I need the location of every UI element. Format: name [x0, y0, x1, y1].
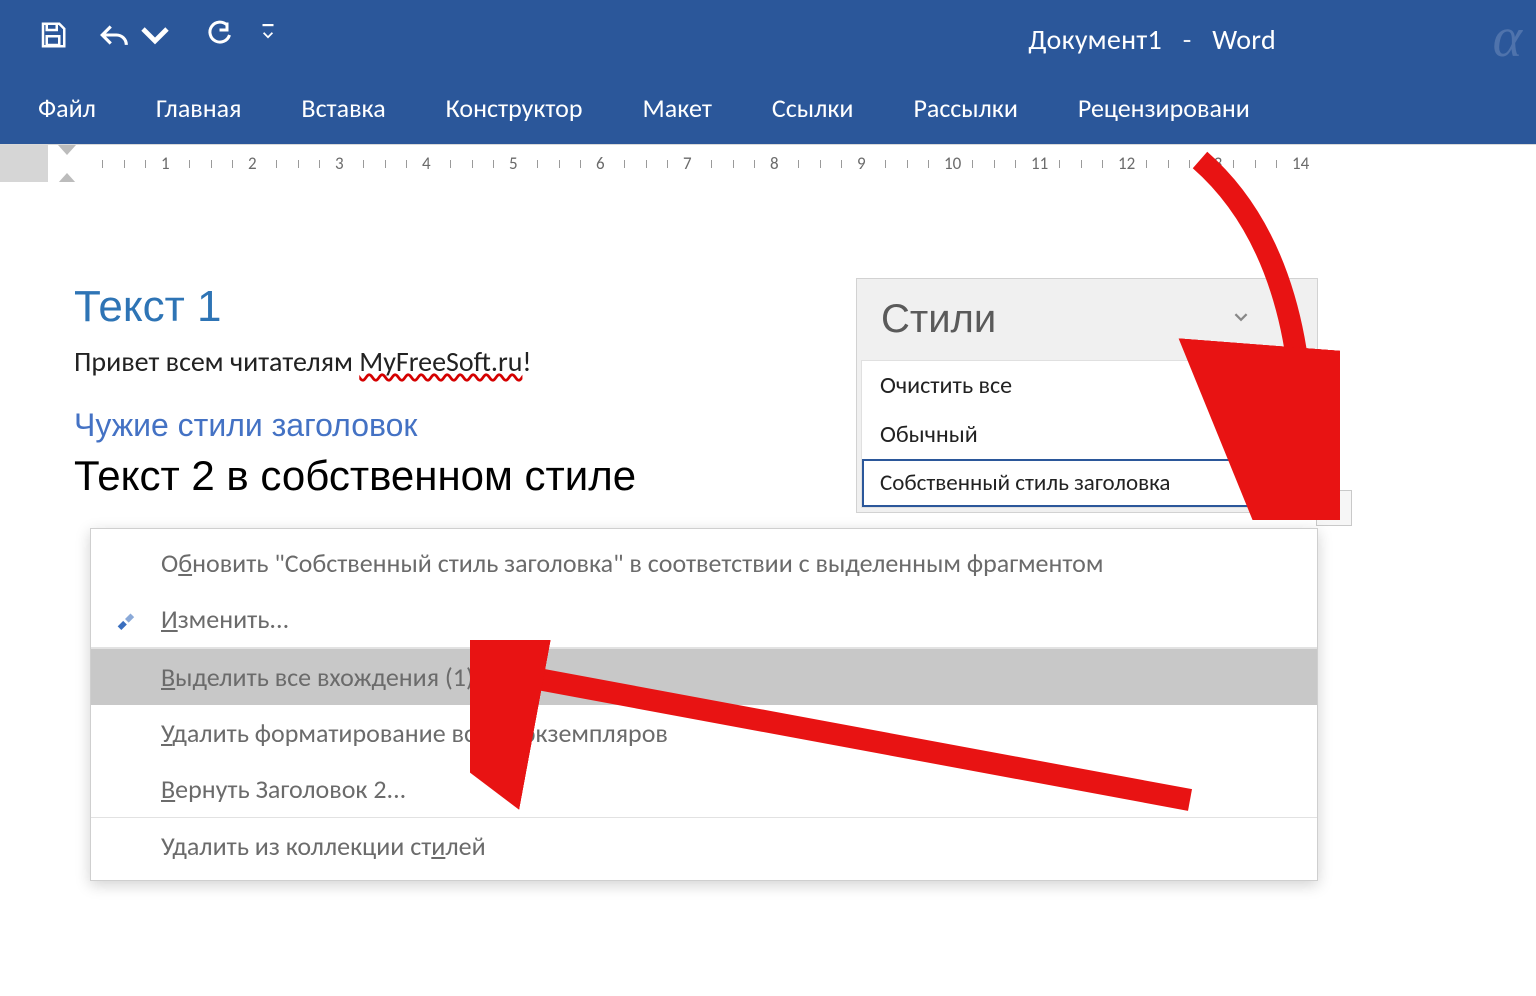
- style-item-1[interactable]: Обычный ¶: [862, 410, 1312, 459]
- qat-customize-icon[interactable]: [262, 24, 274, 46]
- save-icon[interactable]: [38, 20, 68, 50]
- window-title: Документ1 - Word: [1028, 22, 1276, 57]
- pane-close-icon[interactable]: ×: [1282, 306, 1293, 333]
- style-item-label: Собственный стиль заголовка: [880, 469, 1170, 497]
- context-menu-item-3[interactable]: Удалить форматирование всех 1 экземпляро…: [91, 705, 1317, 761]
- format-brush-icon: [109, 608, 141, 630]
- spellcheck-word[interactable]: MyFreeSoft.ru: [359, 344, 522, 379]
- app-name: Word: [1212, 22, 1276, 57]
- ruler-number: 2: [248, 153, 257, 174]
- doc-paragraph-1[interactable]: Привет всем читателям MyFreeSoft.ru!: [74, 344, 636, 379]
- context-menu-label: Обновить "Собственный стиль заголовка" в…: [161, 547, 1103, 579]
- ruler-number: 3: [335, 153, 344, 174]
- style-item-label: Очистить все: [880, 371, 1012, 400]
- context-menu-item-5[interactable]: Удалить из коллекции стилей: [91, 818, 1317, 874]
- ruler-number: 1: [161, 153, 170, 174]
- ribbon-tab-3[interactable]: Конструктор: [446, 92, 583, 124]
- ribbon-tab-0[interactable]: Файл: [38, 92, 96, 124]
- style-item-0[interactable]: Очистить все: [862, 361, 1312, 410]
- quick-access-toolbar: [38, 20, 274, 50]
- title-bar: Документ1 - Word α: [0, 0, 1536, 72]
- context-menu-label: Изменить...: [161, 603, 289, 635]
- style-context-menu: Обновить "Собственный стиль заголовка" в…: [90, 528, 1318, 881]
- ruler-number: 13: [1205, 153, 1222, 174]
- context-menu-item-1[interactable]: Изменить...: [91, 591, 1317, 648]
- horizontal-ruler[interactable]: 1234567891011121314: [0, 144, 1536, 184]
- ruler-number: 5: [509, 153, 518, 174]
- pilcrow-icon: ¶: [1282, 471, 1294, 495]
- style-item-2[interactable]: Собственный стиль заголовка ¶: [862, 459, 1312, 507]
- ribbon-tab-6[interactable]: Рассылки: [913, 92, 1017, 124]
- context-menu-label: Выделить все вхождения (1): [161, 661, 474, 693]
- context-menu-item-2[interactable]: Выделить все вхождения (1): [91, 648, 1317, 705]
- ribbon-tab-5[interactable]: Ссылки: [772, 92, 854, 124]
- styles-pane-title: Стили: [881, 297, 996, 342]
- first-line-indent-marker[interactable]: [58, 145, 76, 155]
- style-item-label: Обычный: [880, 420, 978, 449]
- undo-button[interactable]: [98, 20, 172, 50]
- redo-icon[interactable]: [202, 20, 232, 50]
- ribbon-tab-1[interactable]: Главная: [156, 92, 242, 124]
- context-menu-label: Вернуть Заголовок 2...: [161, 773, 406, 805]
- undo-dropdown-icon[interactable]: [138, 20, 172, 50]
- styles-pane: Стили × Очистить всеОбычный¶Собственный …: [856, 278, 1318, 513]
- doc-heading1[interactable]: Текст 1: [74, 282, 636, 332]
- ribbon-tab-4[interactable]: Макет: [643, 92, 712, 124]
- document-name: Документ1: [1028, 22, 1162, 57]
- ruler-number: 12: [1118, 153, 1135, 174]
- ruler-number: 10: [944, 153, 961, 174]
- ruler-number: 4: [422, 153, 431, 174]
- watermark-alpha: α: [1493, 6, 1522, 70]
- pilcrow-icon: ¶: [1282, 423, 1294, 447]
- style-dropdown-button[interactable]: [1316, 490, 1352, 526]
- ruler-number: 11: [1031, 153, 1048, 174]
- ruler-number: 7: [683, 153, 692, 174]
- ruler-number: 9: [857, 153, 866, 174]
- doc-heading2[interactable]: Чужие стили заголовок: [74, 407, 636, 444]
- ribbon-tabs: Файл Главная Вставка Конструктор Макет Ссылки…: [0, 72, 1536, 144]
- context-menu-item-0[interactable]: Обновить "Собственный стиль заголовка" в…: [91, 535, 1317, 591]
- context-menu-label: Удалить форматирование всех 1 экземпляро…: [161, 717, 668, 749]
- ribbon-tab-7[interactable]: Рецензировани: [1078, 92, 1250, 124]
- context-menu-item-4[interactable]: Вернуть Заголовок 2...: [91, 761, 1317, 818]
- document-content[interactable]: Текст 1 Привет всем читателям MyFreeSoft…: [74, 282, 636, 500]
- doc-heading3[interactable]: Текст 2 в собственном стиле: [74, 452, 636, 500]
- context-menu-label: Удалить из коллекции стилей: [161, 830, 486, 862]
- ruler-number: 14: [1292, 153, 1309, 174]
- pane-options-icon[interactable]: [1234, 310, 1248, 329]
- ruler-number: 6: [596, 153, 605, 174]
- ruler-number: 8: [770, 153, 779, 174]
- styles-list: Очистить всеОбычный¶Собственный стиль за…: [861, 360, 1313, 508]
- ribbon-tab-2[interactable]: Вставка: [301, 92, 385, 124]
